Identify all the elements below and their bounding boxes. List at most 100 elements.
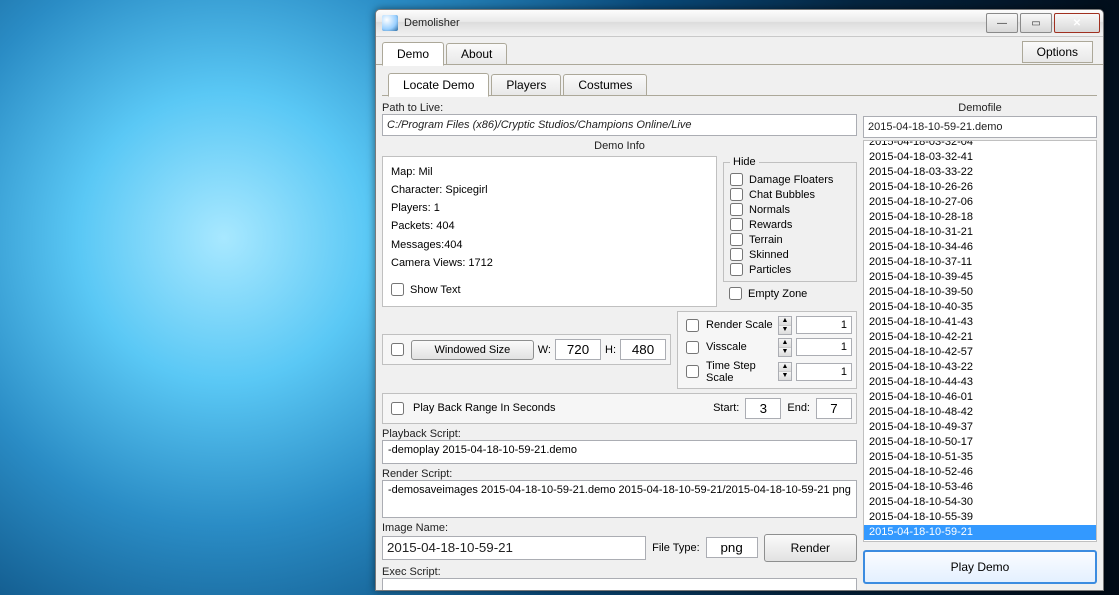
hide-damage-floaters[interactable]: Damage Floaters <box>730 172 850 187</box>
demofile-label: Demofile <box>863 102 1097 114</box>
tab-demo[interactable]: Demo <box>382 42 444 66</box>
w-label: W: <box>538 344 551 356</box>
path-label: Path to Live: <box>382 102 857 114</box>
playback-range-checkbox[interactable] <box>391 402 404 415</box>
app-icon <box>382 15 398 31</box>
playback-range-row: Play Back Range In Seconds Start: End: <box>382 393 857 424</box>
render-scale-label: Render Scale <box>706 319 774 331</box>
show-text-checkbox[interactable] <box>391 283 404 296</box>
list-item[interactable]: 2015-04-18-10-54-30 <box>864 495 1096 510</box>
tab-about[interactable]: About <box>446 43 507 64</box>
render-button[interactable]: Render <box>764 534 857 562</box>
timestep-spinner[interactable]: ▲▼ <box>778 362 792 381</box>
height-input[interactable] <box>620 339 666 360</box>
path-input[interactable]: C:/Program Files (x86)/Cryptic Studios/C… <box>382 114 857 136</box>
list-item[interactable]: 2015-04-18-10-34-46 <box>864 240 1096 255</box>
list-item[interactable]: 2015-04-18-10-46-01 <box>864 390 1096 405</box>
exec-script-label: Exec Script: <box>382 566 857 578</box>
list-item[interactable]: 2015-04-18-10-37-11 <box>864 255 1096 270</box>
render-scale-spinner[interactable]: ▲▼ <box>778 316 792 335</box>
info-camera-views: Camera Views: 1712 <box>391 254 708 272</box>
list-item[interactable]: 2015-04-18-10-51-35 <box>864 450 1096 465</box>
list-item[interactable]: 2015-04-18-10-42-57 <box>864 345 1096 360</box>
file-type-input[interactable] <box>706 537 758 558</box>
show-text-label: Show Text <box>410 281 461 299</box>
info-map: Map: Mil <box>391 163 708 181</box>
visscale-value[interactable]: 1 <box>796 338 852 356</box>
options-button[interactable]: Options <box>1022 41 1093 63</box>
list-item[interactable]: 2015-04-18-03-33-22 <box>864 165 1096 180</box>
hide-normals[interactable]: Normals <box>730 202 850 217</box>
playback-script-input[interactable]: -demoplay 2015-04-18-10-59-21.demo <box>382 440 857 464</box>
list-item[interactable]: 2015-04-18-10-26-26 <box>864 180 1096 195</box>
list-item[interactable]: 2015-04-18-10-49-37 <box>864 420 1096 435</box>
list-item[interactable]: 2015-04-18-10-41-43 <box>864 315 1096 330</box>
h-label: H: <box>605 344 616 356</box>
demo-info-heading: Demo Info <box>382 140 857 152</box>
list-item[interactable]: 2015-04-18-10-48-42 <box>864 405 1096 420</box>
minimize-button[interactable]: — <box>986 13 1018 33</box>
info-messages: Messages:404 <box>391 236 708 254</box>
hide-skinned[interactable]: Skinned <box>730 247 850 262</box>
sub-tabs: Locate Demo Players Costumes <box>382 69 1097 96</box>
windowed-size-button[interactable]: Windowed Size <box>411 340 534 360</box>
hide-rewards[interactable]: Rewards <box>730 217 850 232</box>
timestep-checkbox[interactable] <box>686 365 699 378</box>
list-item[interactable]: 2015-04-18-10-39-45 <box>864 270 1096 285</box>
info-players: Players: 1 <box>391 199 708 217</box>
hide-terrain[interactable]: Terrain <box>730 232 850 247</box>
visscale-checkbox[interactable] <box>686 341 699 354</box>
list-item[interactable]: 2015-04-18-10-43-22 <box>864 360 1096 375</box>
info-packets: Packets: 404 <box>391 217 708 235</box>
list-item[interactable]: 2015-04-18-10-53-46 <box>864 480 1096 495</box>
list-item[interactable]: 2015-04-18-03-32-41 <box>864 150 1096 165</box>
tab-costumes[interactable]: Costumes <box>563 74 647 95</box>
app-window: Demolisher — ▭ ✕ Demo About Options Loca… <box>375 9 1104 591</box>
list-item[interactable]: 2015-04-18-10-31-21 <box>864 225 1096 240</box>
file-list[interactable]: 2015-04-18-03-31-592015-04-18-03-32-0420… <box>863 140 1097 542</box>
titlebar: Demolisher — ▭ ✕ <box>376 10 1103 37</box>
start-input[interactable] <box>745 398 781 419</box>
file-type-label: File Type: <box>652 542 700 554</box>
list-item[interactable]: 2015-04-18-10-55-39 <box>864 510 1096 525</box>
image-name-input[interactable] <box>382 536 646 560</box>
play-demo-button[interactable]: Play Demo <box>863 550 1097 584</box>
empty-zone-check[interactable]: Empty Zone <box>723 286 857 301</box>
render-scale-value[interactable]: 1 <box>796 316 852 334</box>
info-character: Character: Spicegirl <box>391 181 708 199</box>
render-script-input[interactable]: -demosaveimages 2015-04-18-10-59-21.demo… <box>382 480 857 518</box>
maximize-button[interactable]: ▭ <box>1020 13 1052 33</box>
end-input[interactable] <box>816 398 852 419</box>
show-text-check[interactable]: Show Text <box>391 280 708 300</box>
list-item[interactable]: 2015-04-18-10-42-21 <box>864 330 1096 345</box>
playback-script-label: Playback Script: <box>382 428 857 440</box>
list-item[interactable]: 2015-04-18-10-52-46 <box>864 465 1096 480</box>
windowed-checkbox[interactable] <box>391 343 404 356</box>
width-input[interactable] <box>555 339 601 360</box>
render-script-label: Render Script: <box>382 468 857 480</box>
list-item[interactable]: 2015-04-18-03-32-04 <box>864 140 1096 150</box>
list-item[interactable]: 2015-04-18-10-39-50 <box>864 285 1096 300</box>
main-tabs: Demo About Options <box>376 37 1103 65</box>
list-item[interactable]: 2015-04-18-10-59-21 <box>864 525 1096 540</box>
exec-script-input[interactable] <box>382 578 857 590</box>
hide-chat-bubbles[interactable]: Chat Bubbles <box>730 187 850 202</box>
render-scale-checkbox[interactable] <box>686 319 699 332</box>
playback-range-label: Play Back Range In Seconds <box>413 402 555 414</box>
visscale-spinner[interactable]: ▲▼ <box>778 338 792 357</box>
end-label: End: <box>787 402 810 414</box>
list-item[interactable]: 2015-04-18-10-44-43 <box>864 375 1096 390</box>
demofile-input[interactable]: 2015-04-18-10-59-21.demo <box>863 116 1097 138</box>
timestep-value[interactable]: 1 <box>796 363 852 381</box>
tab-locate-demo[interactable]: Locate Demo <box>388 73 489 97</box>
hide-group: Hide Damage Floaters Chat Bubbles Normal… <box>723 156 857 282</box>
hide-particles[interactable]: Particles <box>730 262 850 277</box>
list-item[interactable]: 2015-04-18-10-27-06 <box>864 195 1096 210</box>
start-label: Start: <box>713 402 739 414</box>
list-item[interactable]: 2015-04-18-10-28-18 <box>864 210 1096 225</box>
list-item[interactable]: 2015-04-18-10-40-35 <box>864 300 1096 315</box>
list-item[interactable]: 2015-04-18-10-50-17 <box>864 435 1096 450</box>
demo-info-panel: Map: Mil Character: Spicegirl Players: 1… <box>382 156 717 307</box>
close-button[interactable]: ✕ <box>1054 13 1100 33</box>
tab-players[interactable]: Players <box>491 74 561 95</box>
